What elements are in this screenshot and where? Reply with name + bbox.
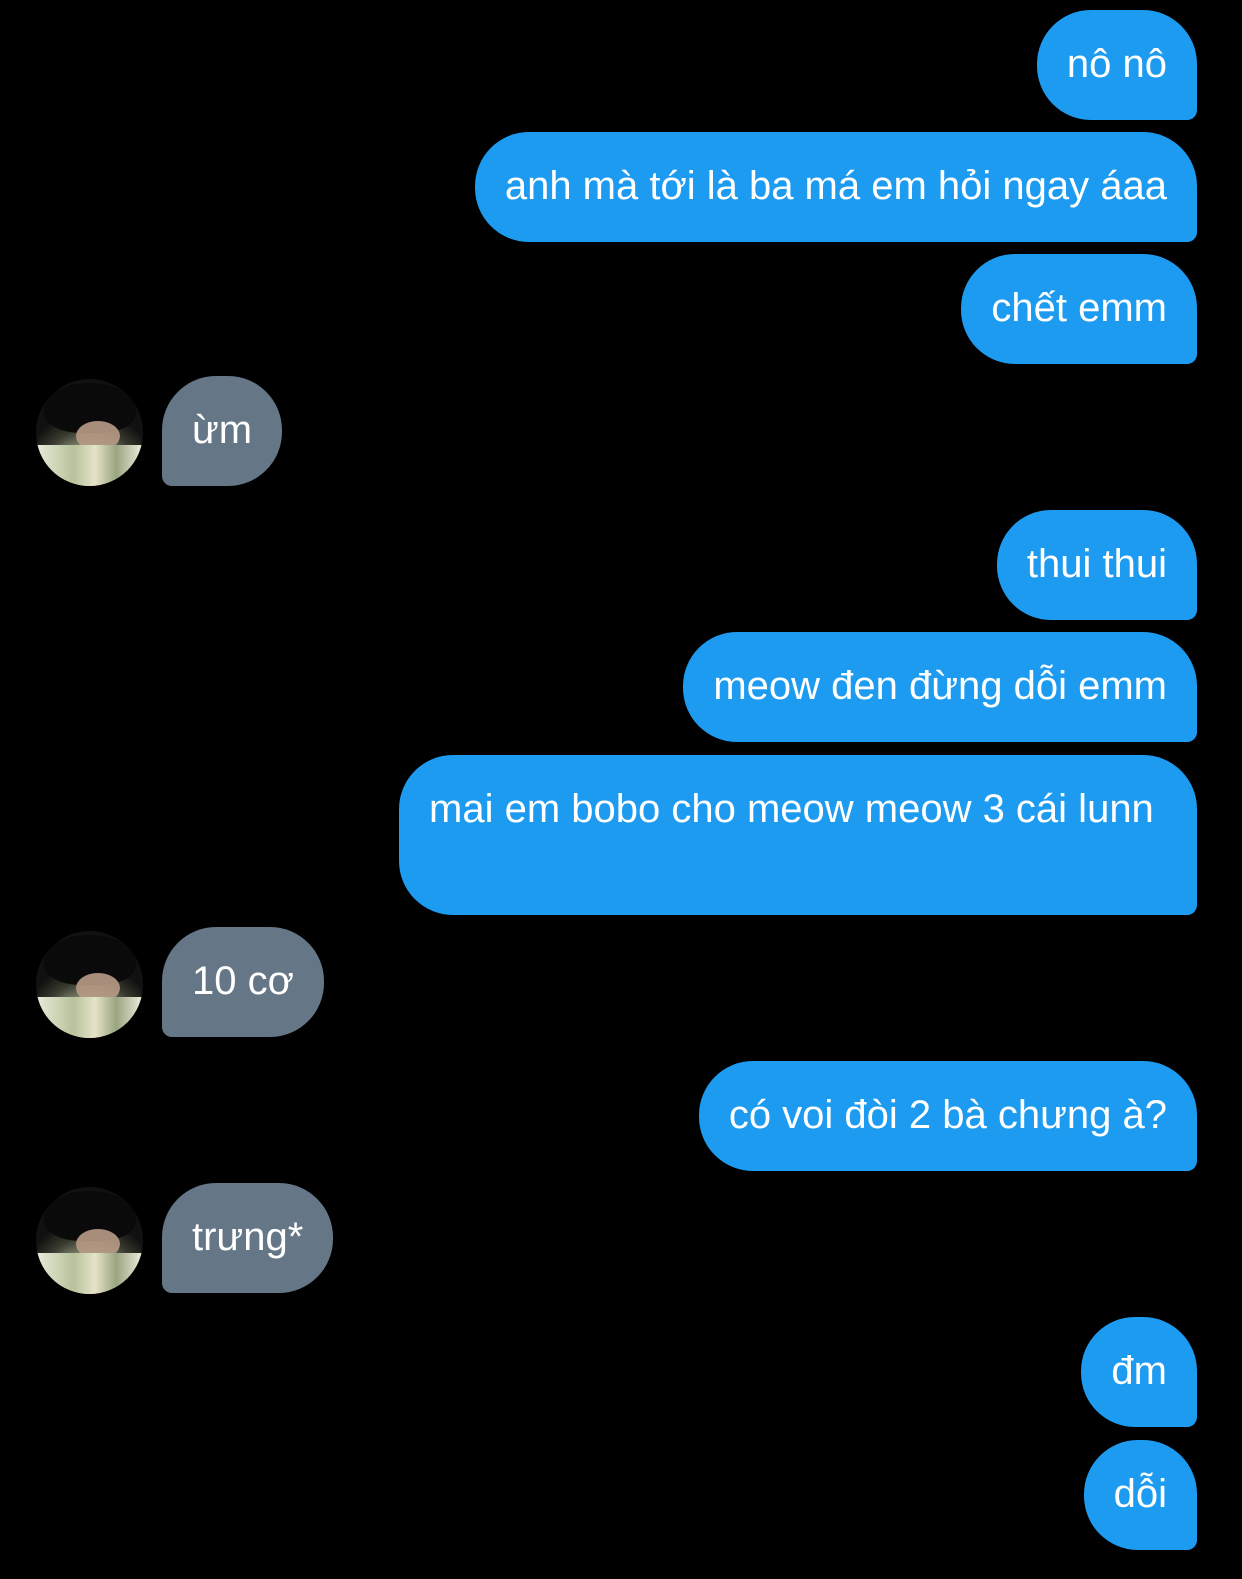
outgoing-message[interactable]: dỗi xyxy=(1083,1440,1197,1550)
avatar-book xyxy=(36,1253,143,1294)
avatar-book xyxy=(36,445,143,486)
outgoing-message[interactable]: nô nô xyxy=(1036,10,1197,120)
incoming-message[interactable]: ừm xyxy=(162,376,283,486)
contact-avatar[interactable] xyxy=(36,931,143,1038)
outgoing-message[interactable]: đm xyxy=(1081,1317,1197,1427)
contact-avatar[interactable] xyxy=(36,1187,143,1294)
contact-avatar[interactable] xyxy=(36,379,143,486)
avatar-book xyxy=(36,997,143,1038)
outgoing-message[interactable]: chết emm xyxy=(961,254,1197,364)
incoming-message[interactable]: trưng* xyxy=(162,1183,334,1293)
outgoing-message[interactable]: có voi đòi 2 bà chưng à? xyxy=(698,1061,1197,1171)
chat-thread: nô nô anh mà tới là ba má em hỏi ngay áa… xyxy=(0,0,1242,1579)
outgoing-message[interactable]: meow đen đừng dỗi emm xyxy=(683,632,1197,742)
incoming-message[interactable]: 10 cơ xyxy=(162,927,324,1037)
outgoing-message[interactable]: anh mà tới là ba má em hỏi ngay áaa xyxy=(474,132,1197,242)
outgoing-message[interactable]: mai em bobo cho meow meow 3 cái lunn xyxy=(399,755,1197,915)
outgoing-message[interactable]: thui thui xyxy=(996,510,1197,620)
